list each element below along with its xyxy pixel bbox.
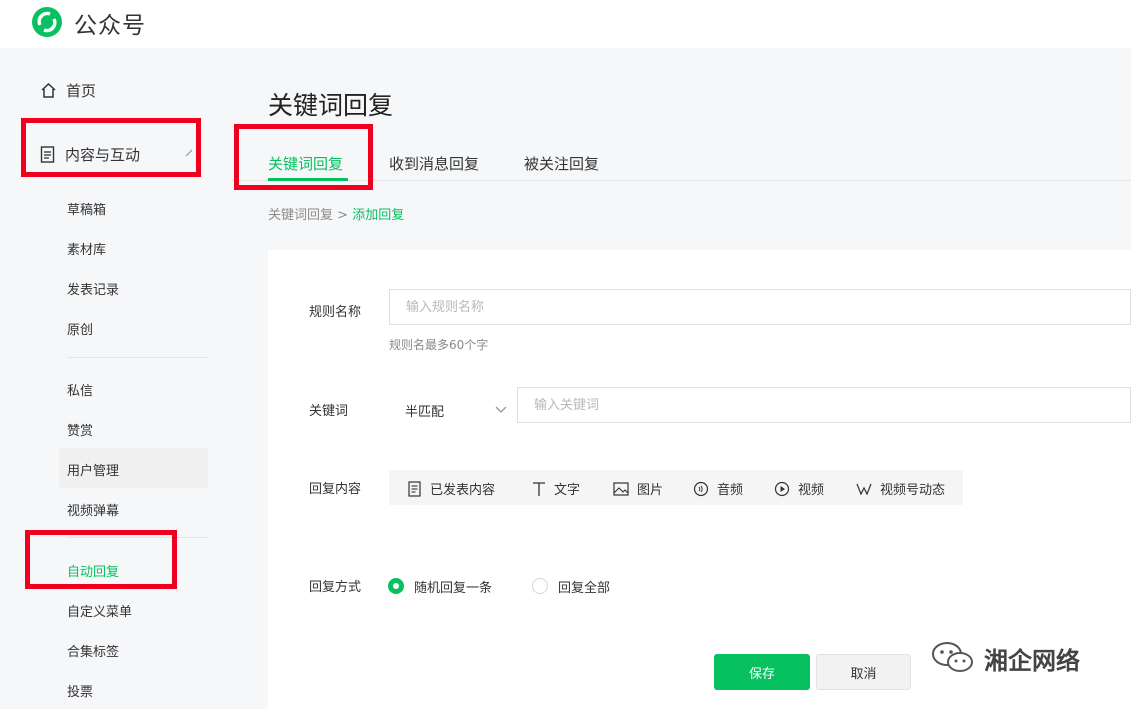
reply-type-published[interactable]: 已发表内容 [407,479,495,498]
match-mode-value: 半匹配 [405,405,445,420]
rule-name-label: 规则名称 [309,305,362,320]
sidebar-item-messages[interactable]: 私信 [67,380,93,399]
annotation-box-keyword-tab [234,124,373,190]
watermark-text: 湘企网络 [984,646,1080,675]
text-icon [533,481,545,496]
breadcrumb-separator: > [337,208,349,223]
reply-type-label: 已发表内容 [430,483,496,498]
home-icon [41,82,56,98]
reply-type-channels[interactable]: 视频号动态 [856,479,945,498]
sidebar-item-drafts[interactable]: 草稿箱 [67,199,106,218]
reply-type-text[interactable]: 文字 [532,479,580,498]
reply-type-label: 视频号动态 [880,483,946,498]
reply-type-audio[interactable]: 音频 [693,479,743,498]
sidebar-item-user-management[interactable]: 用户管理 [67,460,119,479]
brand-name: 公众号 [74,13,146,39]
image-icon [613,481,629,496]
breadcrumb-parent[interactable]: 关键词回复 [268,208,333,223]
reply-type-label: 音频 [717,483,744,498]
reply-type-label: 视频 [798,483,825,498]
cancel-button[interactable]: 取消 [816,654,911,690]
wechat-official-account-logo-icon[interactable] [30,5,64,39]
chevron-down-icon [495,406,507,413]
sidebar-divider [67,357,207,358]
reply-type-label: 文字 [554,483,581,498]
reply-mode-random-label[interactable]: 随机回复一条 [414,577,492,596]
reply-mode-random-radio[interactable] [388,578,404,594]
reply-content-label: 回复内容 [309,482,362,497]
sidebar-item-voting[interactable]: 投票 [67,681,93,700]
sidebar-item-home[interactable]: 首页 [40,80,96,101]
audio-icon [693,481,709,496]
tab-follow-reply[interactable]: 被关注回复 [524,153,599,174]
reply-type-image[interactable]: 图片 [613,479,663,498]
reply-type-label: 图片 [637,483,664,498]
sidebar-item-publish-history[interactable]: 发表记录 [67,279,119,298]
sidebar-item-label: 首页 [66,82,97,100]
video-icon [774,481,790,496]
tab-message-reply[interactable]: 收到消息回复 [389,153,479,174]
keyword-label: 关键词 [309,404,349,419]
channels-icon [856,483,872,495]
reply-mode-label: 回复方式 [309,580,362,595]
annotation-box-auto-reply [25,530,177,589]
sidebar-item-custom-menu[interactable]: 自定义菜单 [67,601,132,620]
breadcrumb-current: 添加回复 [352,208,405,223]
page-title: 关键词回复 [268,91,394,120]
sidebar-item-original[interactable]: 原创 [67,319,93,338]
reply-type-video[interactable]: 视频 [774,479,824,498]
annotation-box-content-interaction [21,118,201,177]
breadcrumb: 关键词回复 > 添加回复 [268,204,404,223]
top-bar: 公众号 [0,0,1131,48]
keyword-input[interactable] [517,387,1131,423]
wechat-icon [932,642,973,672]
reply-mode-all-radio[interactable] [532,578,548,594]
save-button[interactable]: 保存 [714,654,810,690]
rule-name-hint: 规则名最多60个字 [389,338,489,352]
sidebar-item-materials[interactable]: 素材库 [67,239,106,258]
rule-name-input[interactable] [389,289,1131,325]
sidebar-item-collection-tags[interactable]: 合集标签 [67,641,119,660]
watermark: 湘企网络 [930,640,1080,676]
sidebar-item-appreciation[interactable]: 赞赏 [67,420,93,439]
sidebar-item-video-comments[interactable]: 视频弹幕 [67,500,119,519]
reply-mode-all-label[interactable]: 回复全部 [558,577,610,596]
document-icon [408,480,421,497]
